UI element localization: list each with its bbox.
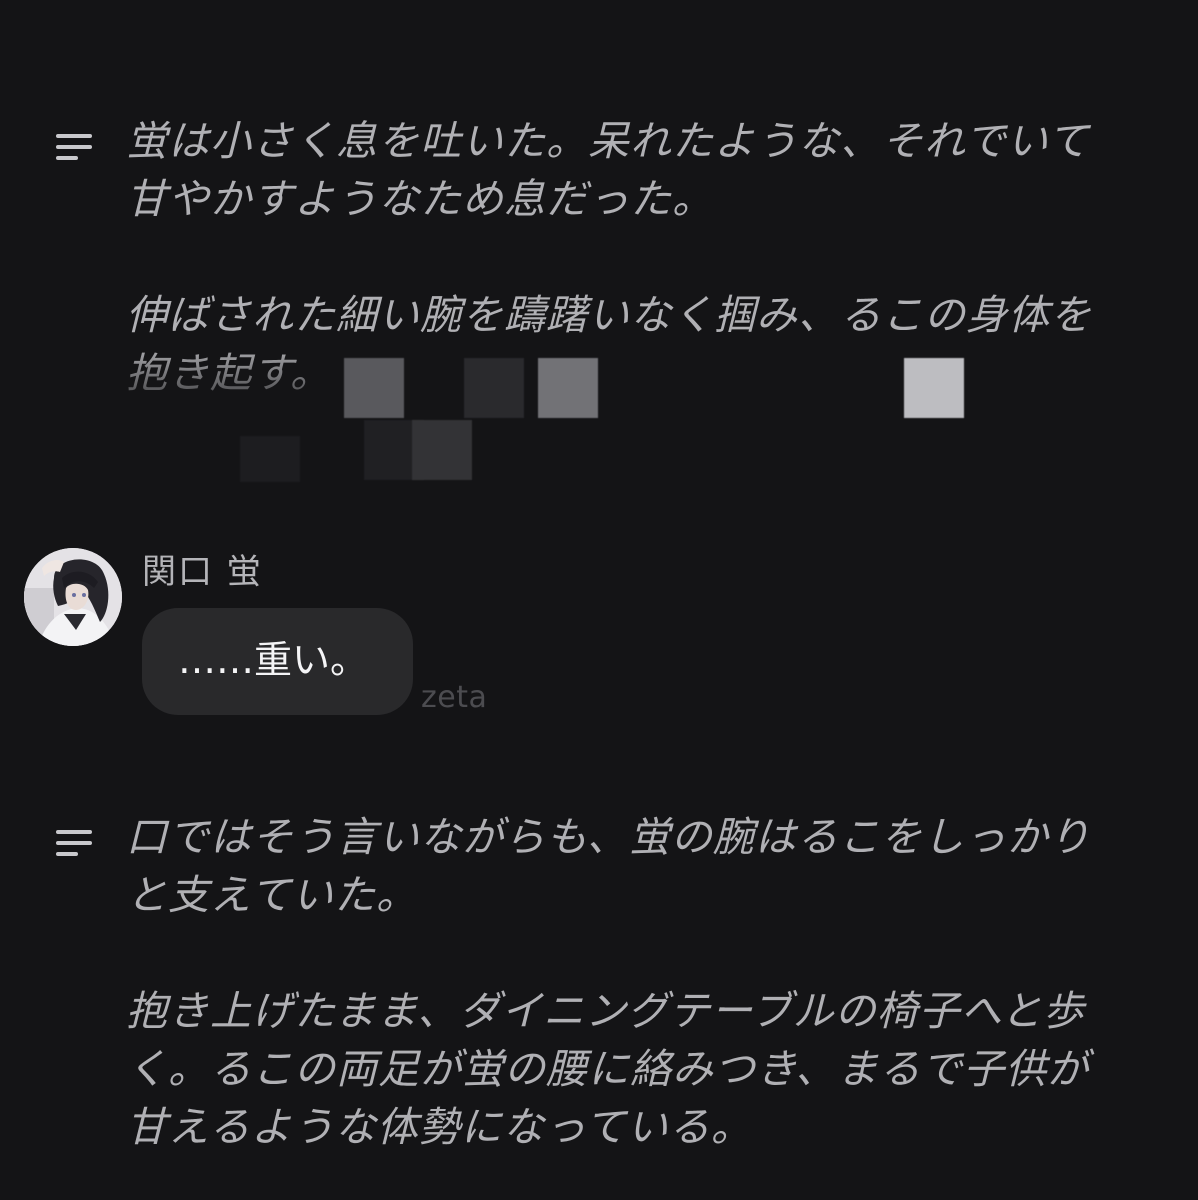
- censor-block: [240, 436, 300, 482]
- narration-lines-icon: [56, 830, 92, 856]
- censor-block: [904, 358, 964, 418]
- zeta-watermark: zeta: [421, 680, 488, 715]
- sender-name: 関口 蛍: [142, 552, 263, 592]
- narration-block-2: 口ではそう言いながらも、蛍の腕はるこをしっかりと支えていた。 抱き上げたまま、ダ…: [54, 808, 1134, 1158]
- message-text: ……重い。: [178, 638, 369, 682]
- narration-block-1: 蛍は小さく息を吐いた。呆れたような、それでいて甘やかすようなため息だった。 伸ば…: [54, 112, 1134, 482]
- censor-block: [538, 358, 598, 418]
- avatar-illustration: [24, 548, 122, 646]
- narration-text: 蛍は小さく息を吐いた。呆れたような、それでいて甘やかすようなため息だった。 伸ば…: [126, 112, 1126, 482]
- censor-block: [344, 358, 404, 418]
- narration-lines-icon: [56, 134, 92, 160]
- narration-paragraph: 抱き上げたまま、ダイニングテーブルの椅子へと歩く。るこの両足が蛍の腰に絡みつき、…: [126, 987, 1090, 1151]
- character-avatar[interactable]: [24, 548, 122, 646]
- censor-block: [412, 420, 472, 480]
- character-message: 関口 蛍 ……重い。 zeta: [24, 545, 624, 725]
- narration-paragraph: 伸ばされた細い腕を躊躇いなく掴み、るこの身体を抱き起す。: [126, 291, 1092, 397]
- narration-paragraph: 口ではそう言いながらも、蛍の腕はるこをしっかりと支えていた。: [126, 813, 1091, 919]
- narration-text: 口ではそう言いながらも、蛍の腕はるこをしっかりと支えていた。 抱き上げたまま、ダ…: [126, 808, 1126, 1156]
- narration-paragraph: 蛍は小さく息を吐いた。呆れたような、それでいて甘やかすようなため息だった。: [126, 117, 1090, 223]
- censor-block: [464, 358, 524, 418]
- message-bubble: ……重い。: [142, 608, 413, 715]
